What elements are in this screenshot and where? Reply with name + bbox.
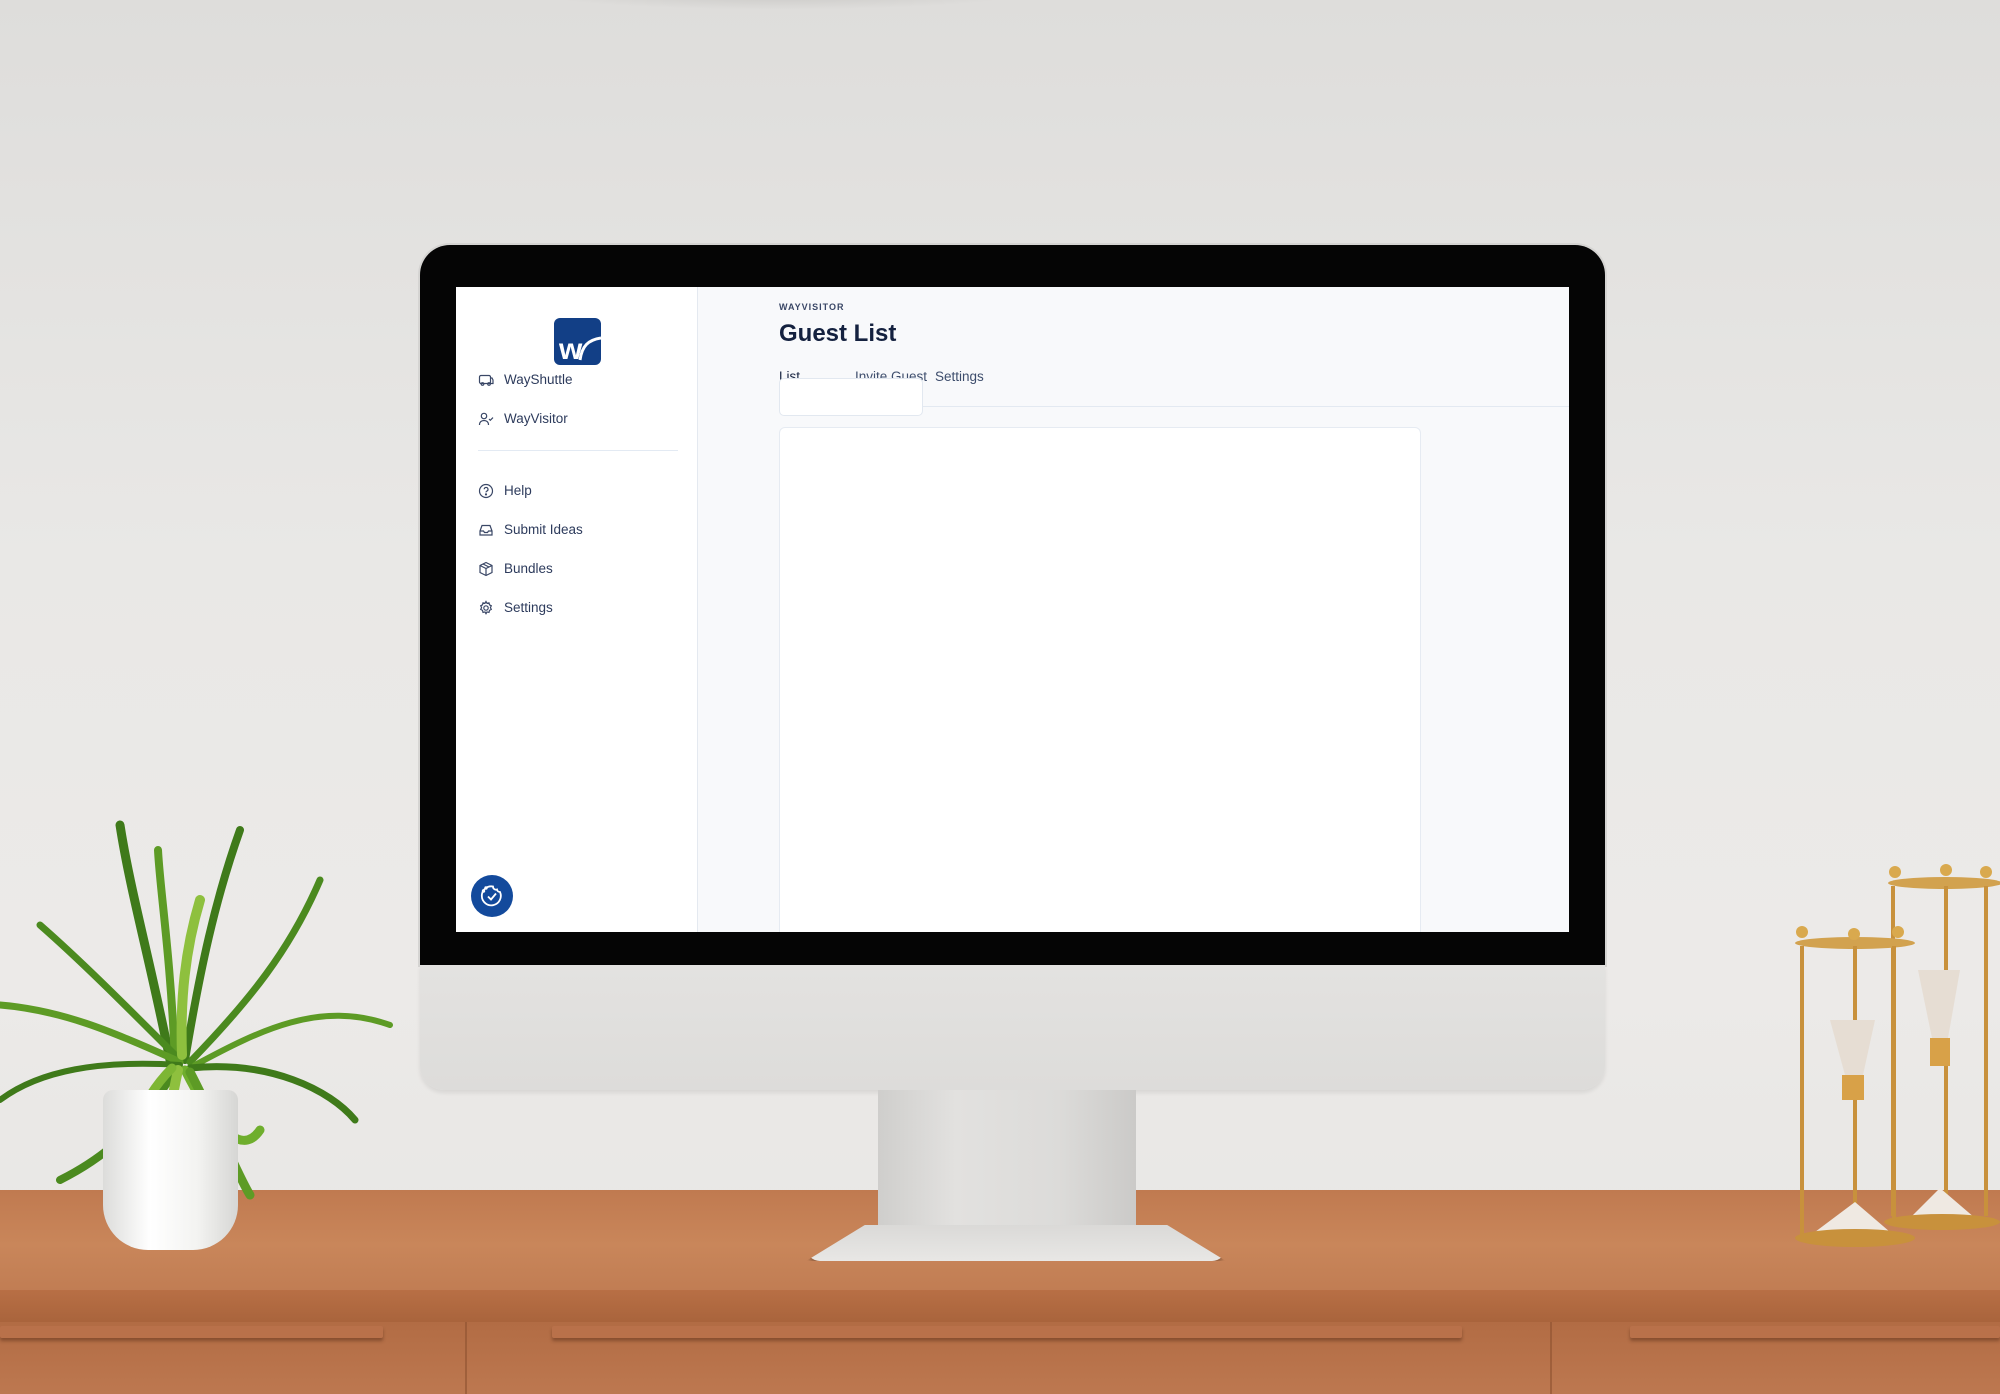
inbox-icon xyxy=(478,522,494,538)
gear-icon xyxy=(478,599,494,616)
sidebar-item-label: Settings xyxy=(504,600,553,615)
sidebar-item-wayvisitor[interactable]: WayVisitor xyxy=(478,399,678,438)
main-content: WAYVISITOR Guest List List Visitors Invi… xyxy=(698,287,1569,932)
package-icon xyxy=(478,561,494,577)
sidebar-item-label: WayShuttle xyxy=(504,372,573,387)
drawer-divider xyxy=(465,1322,467,1394)
sidebar-item-label: Help xyxy=(504,483,532,498)
desk-edge xyxy=(0,1290,2000,1322)
hourglass-decor xyxy=(1795,864,2000,1247)
sidebar: w WayShuttle WayVisitor Help Submit Idea… xyxy=(456,287,698,932)
wall-shadow xyxy=(520,0,1040,10)
sidebar-item-label: WayVisitor xyxy=(504,411,568,426)
user-check-icon xyxy=(478,411,494,427)
sidebar-item-submit-ideas[interactable]: Submit Ideas xyxy=(478,510,678,549)
drawer-divider xyxy=(1550,1322,1552,1394)
monitor-stand-base xyxy=(806,1225,1226,1261)
app-screen: w WayShuttle WayVisitor Help Submit Idea… xyxy=(456,287,1569,932)
cookie-consent-button[interactable] xyxy=(471,875,513,917)
shuttle-bus-icon xyxy=(478,372,494,388)
sidebar-divider xyxy=(478,450,678,451)
drawer-handle xyxy=(552,1326,1462,1338)
sidebar-item-label: Bundles xyxy=(504,561,553,576)
sidebar-item-settings[interactable]: Settings xyxy=(478,588,678,627)
drawer-handle xyxy=(0,1326,383,1338)
monitor-chin xyxy=(420,965,1605,1090)
plant-pot xyxy=(103,1090,238,1250)
cookie-consent-icon xyxy=(480,885,502,907)
help-circle-icon xyxy=(478,483,494,499)
guest-list-card xyxy=(779,427,1421,932)
wayleadr-logo[interactable]: w xyxy=(554,318,601,365)
sidebar-item-help[interactable]: Help xyxy=(478,471,678,510)
drawer-handle xyxy=(1630,1326,2000,1338)
sidebar-item-wayshuttle[interactable]: WayShuttle xyxy=(478,360,678,399)
sidebar-item-bundles[interactable]: Bundles xyxy=(478,549,678,588)
location-select[interactable] xyxy=(779,378,923,416)
sidebar-nav: WayShuttle WayVisitor Help Submit Ideas xyxy=(478,360,678,627)
sidebar-item-label: Submit Ideas xyxy=(504,522,583,537)
